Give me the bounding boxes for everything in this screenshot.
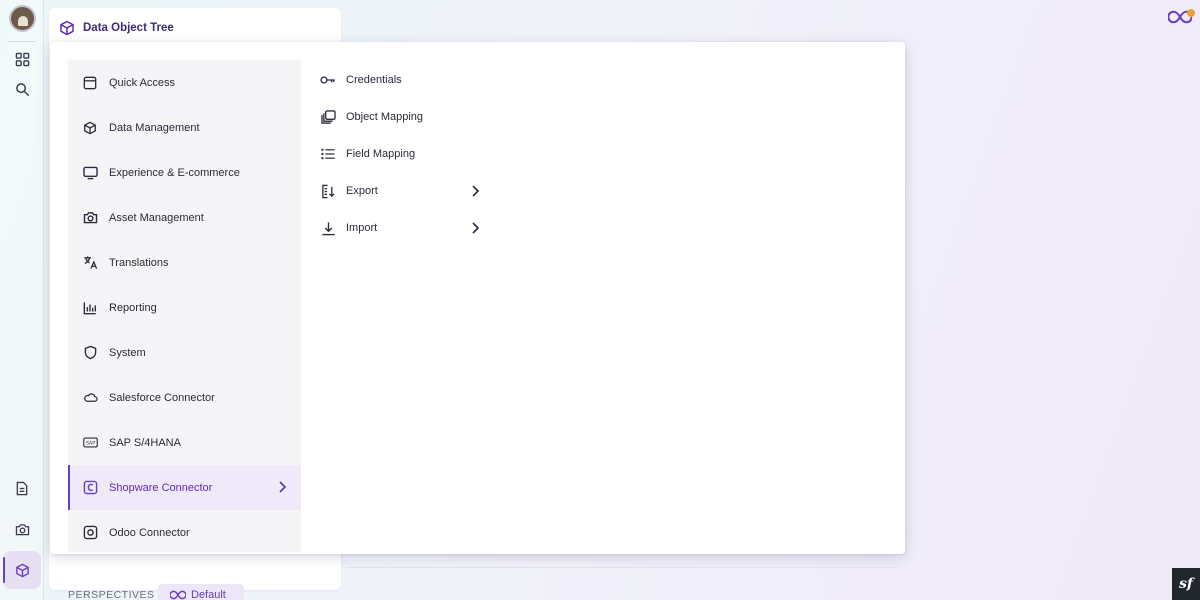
submenu-import[interactable]: Import xyxy=(320,213,480,243)
menu-item-odoo-connector[interactable]: Odoo Connector xyxy=(68,510,301,555)
cloud-icon xyxy=(82,390,98,406)
menu-item-label: Translations xyxy=(109,256,169,269)
menu-item-label: SAP S/4HANA xyxy=(109,436,181,449)
panel-header: Data Object Tree xyxy=(59,16,174,40)
chevron-right-icon xyxy=(277,480,287,494)
menu-item-quick-access[interactable]: Quick Access xyxy=(68,60,301,105)
menu-item-label: Asset Management xyxy=(109,211,204,224)
odoo-icon xyxy=(82,525,98,541)
menu-item-label: Salesforce Connector xyxy=(109,391,215,404)
menu-item-label: Odoo Connector xyxy=(109,526,190,539)
camera-icon[interactable] xyxy=(10,517,34,541)
menu-item-data-management[interactable]: Data Management xyxy=(68,105,301,150)
menu-item-label: Experience & E-commerce xyxy=(109,166,240,179)
menu-item-asset-management[interactable]: Asset Management xyxy=(68,195,301,240)
shield-icon xyxy=(82,345,98,361)
search-icon[interactable] xyxy=(10,77,34,101)
list-icon xyxy=(320,146,336,162)
chevron-right-icon xyxy=(470,184,480,198)
chevron-right-icon xyxy=(470,221,480,235)
user-avatar[interactable] xyxy=(9,5,36,32)
panel-title: Data Object Tree xyxy=(83,22,174,34)
submenu-field-mapping[interactable]: Field Mapping xyxy=(320,139,480,169)
perspective-current: Default xyxy=(191,589,226,600)
menu-item-reporting[interactable]: Reporting xyxy=(68,285,301,330)
cube-icon xyxy=(82,120,98,136)
download-icon xyxy=(320,220,336,236)
divider xyxy=(346,567,896,568)
menu-item-label: Shopware Connector xyxy=(109,481,213,494)
submenu-label: Export xyxy=(346,185,378,197)
key-icon xyxy=(320,72,336,88)
left-rail xyxy=(0,0,44,600)
grid-icon[interactable] xyxy=(10,47,34,71)
document-icon[interactable] xyxy=(10,476,34,500)
cube-icon[interactable] xyxy=(3,551,41,589)
rail-divider xyxy=(8,41,36,42)
menu-item-translations[interactable]: Translations xyxy=(68,240,301,285)
camera-icon xyxy=(82,210,98,226)
menu-item-label: Data Management xyxy=(109,121,200,134)
debug-toolbar-badge[interactable]: sf xyxy=(1172,568,1200,600)
menu-item-label: Reporting xyxy=(109,301,157,314)
menu-item-sap-s4hana[interactable]: SAP SAP S/4HANA xyxy=(68,420,301,465)
notification-badge xyxy=(1187,9,1195,17)
submenu-credentials[interactable]: Credentials xyxy=(320,65,480,95)
cube-icon xyxy=(59,20,75,36)
submenu-export[interactable]: Export xyxy=(320,176,480,206)
infinity-icon xyxy=(170,590,186,600)
shopware-icon xyxy=(82,480,98,496)
submenu-object-mapping[interactable]: Object Mapping xyxy=(320,102,480,132)
translate-icon xyxy=(82,255,98,271)
menu-item-experience-ecommerce[interactable]: Experience & E-commerce xyxy=(68,150,301,195)
menu-item-label: Quick Access xyxy=(109,76,176,89)
monitor-icon xyxy=(82,165,98,181)
window-icon xyxy=(82,75,98,91)
menu-item-label: System xyxy=(109,346,146,359)
svg-text:SAP: SAP xyxy=(85,440,94,446)
bar-chart-icon xyxy=(82,300,98,316)
badge-text: sf xyxy=(1179,576,1193,592)
submenu-label: Credentials xyxy=(346,74,402,86)
perspective-selector[interactable]: Default xyxy=(158,584,244,600)
submenu-label: Field Mapping xyxy=(346,148,416,160)
menu-item-salesforce-connector[interactable]: Salesforce Connector xyxy=(68,375,301,420)
menu-item-system[interactable]: System xyxy=(68,330,301,375)
export-icon xyxy=(320,183,336,199)
menu-category-list: Quick Access Data Management Experience … xyxy=(68,60,301,552)
menu-item-shopware-connector[interactable]: Shopware Connector xyxy=(68,465,301,510)
submenu-label: Object Mapping xyxy=(346,111,424,123)
sap-icon: SAP xyxy=(82,435,98,451)
copy-stack-icon xyxy=(320,109,336,125)
perspectives-label: PERSPECTIVES xyxy=(68,589,155,600)
main-menu: Quick Access Data Management Experience … xyxy=(50,42,905,554)
submenu-label: Import xyxy=(346,222,378,234)
